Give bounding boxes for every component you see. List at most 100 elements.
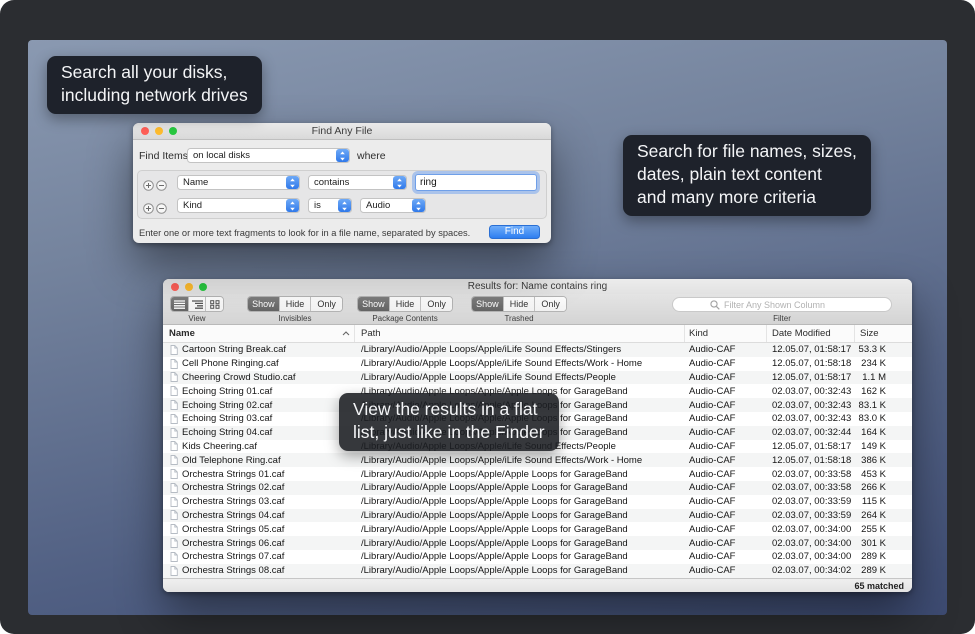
file-name: Orchestra Strings 01.caf [182,469,284,480]
scope-value: on local disks [193,149,336,162]
match-count: 65 matched [854,581,904,591]
callout-line: dates, plain text content [637,163,857,186]
file-date-modified: 02.03.07, 00:33:58 [767,482,855,493]
window-controls [171,283,207,291]
column-header-size[interactable]: Size [855,325,912,342]
column-label: Date Modified [772,328,831,339]
column-header-name[interactable]: Name [163,325,355,342]
close-button[interactable] [141,127,149,135]
document-icon [170,524,178,534]
file-size: 453 K [855,469,912,480]
file-name: Orchestra Strings 02.caf [182,482,284,493]
criterion-operator-value: contains [314,176,393,189]
column-header-path[interactable]: Path [355,325,685,342]
find-any-file-window: Find Any File Find Items on local disks … [133,123,551,243]
view-flat-list-button[interactable] [171,297,189,311]
remove-criterion-button[interactable] [156,201,167,212]
minimize-button[interactable] [185,283,193,291]
add-criterion-button[interactable] [143,178,154,189]
window-title: Find Any File [133,123,551,140]
table-row[interactable]: Orchestra Strings 07.caf /Library/Audio/… [163,550,912,564]
package-only-button[interactable]: Only [421,297,452,311]
file-size: 115 K [855,496,912,507]
file-name: Cheering Crowd Studio.caf [182,372,296,383]
results-window-titlebar[interactable]: Results for: Name contains ring [163,279,912,294]
filter-field[interactable] [672,297,892,312]
invisibles-hide-button[interactable]: Hide [280,297,312,311]
table-row[interactable]: Orchestra Strings 06.caf /Library/Audio/… [163,536,912,550]
package-hide-button[interactable]: Hide [390,297,422,311]
filter-group-label: Filter [672,314,892,323]
column-header-date-modified[interactable]: Date Modified [767,325,855,342]
criterion-field-popup[interactable]: Kind [177,198,300,213]
file-kind: Audio-CAF [685,565,767,576]
trashed-only-button[interactable]: Only [535,297,566,311]
add-criterion-button[interactable] [143,201,154,212]
criterion-value-popup[interactable]: Audio [360,198,426,213]
file-kind: Audio-CAF [685,358,767,369]
zoom-button[interactable] [169,127,177,135]
trashed-hide-button[interactable]: Hide [504,297,536,311]
table-row[interactable]: Cartoon String Break.caf /Library/Audio/… [163,343,912,357]
results-toolbar: View Show Hide Only Invisibles Show Hide… [163,294,912,325]
file-size: 149 K [855,441,912,452]
criterion-row-kind: Kind is Audio [138,198,546,214]
close-button[interactable] [171,283,179,291]
view-hierarchy-button[interactable] [189,297,207,311]
file-name: Orchestra Strings 04.caf [182,510,284,521]
trashed-show-button[interactable]: Show [472,297,504,311]
file-name: Orchestra Strings 05.caf [182,524,284,535]
file-name: Kids Cheering.caf [182,441,257,452]
file-kind: Audio-CAF [685,482,767,493]
document-icon [170,359,178,369]
scope-popup[interactable]: on local disks [187,148,350,163]
table-row[interactable]: Orchestra Strings 03.caf /Library/Audio/… [163,495,912,509]
package-contents-control: Show Hide Only [357,296,453,312]
find-window-titlebar[interactable]: Find Any File [133,123,551,140]
remove-criterion-button[interactable] [156,178,167,189]
file-kind: Audio-CAF [685,524,767,535]
flat-list-icon [174,300,185,309]
document-icon [170,455,178,465]
trashed-group-label: Trashed [471,314,567,323]
criterion-field-popup[interactable]: Name [177,175,300,190]
criteria-box: Name contains [137,170,547,219]
popup-stepper-icon [338,199,351,212]
callout-line: View the results in a flat [353,398,545,421]
criterion-operator-popup[interactable]: is [308,198,352,213]
file-date-modified: 02.03.07, 00:34:00 [767,524,855,535]
file-size: 386 K [855,455,912,466]
document-icon [170,414,178,424]
file-name: Orchestra Strings 03.caf [182,496,284,507]
file-path: /Library/Audio/Apple Loops/Apple/Apple L… [355,524,685,535]
view-grid-button[interactable] [206,297,223,311]
package-show-button[interactable]: Show [358,297,390,311]
table-row[interactable]: Orchestra Strings 04.caf /Library/Audio/… [163,509,912,523]
sort-ascending-icon [342,331,350,336]
invisibles-only-button[interactable]: Only [311,297,342,311]
filter-input[interactable] [724,300,854,310]
minimize-button[interactable] [155,127,163,135]
file-path: /Library/Audio/Apple Loops/Apple/Apple L… [355,496,685,507]
table-row[interactable]: Old Telephone Ring.caf /Library/Audio/Ap… [163,453,912,467]
table-row[interactable]: Orchestra Strings 08.caf /Library/Audio/… [163,564,912,578]
table-row[interactable]: Cheering Crowd Studio.caf /Library/Audio… [163,371,912,385]
file-size: 53.3 K [855,344,912,355]
criterion-operator-popup[interactable]: contains [308,175,407,190]
file-date-modified: 12.05.07, 01:58:17 [767,441,855,452]
table-row[interactable]: Orchestra Strings 05.caf /Library/Audio/… [163,522,912,536]
file-size: 301 K [855,538,912,549]
table-row[interactable]: Orchestra Strings 01.caf /Library/Audio/… [163,467,912,481]
table-row[interactable]: Orchestra Strings 02.caf /Library/Audio/… [163,481,912,495]
find-button[interactable]: Find [489,225,540,239]
table-row[interactable]: Cell Phone Ringing.caf /Library/Audio/Ap… [163,357,912,371]
criterion-value-input[interactable] [415,174,537,191]
hierarchy-list-icon [192,300,203,309]
zoom-button[interactable] [199,283,207,291]
column-header-kind[interactable]: Kind [685,325,767,342]
invisibles-show-button[interactable]: Show [248,297,280,311]
results-table: Cartoon String Break.caf /Library/Audio/… [163,343,912,578]
file-name: Old Telephone Ring.caf [182,455,281,466]
criterion-row-name: Name contains [138,175,546,191]
file-path: /Library/Audio/Apple Loops/Apple/Apple L… [355,510,685,521]
